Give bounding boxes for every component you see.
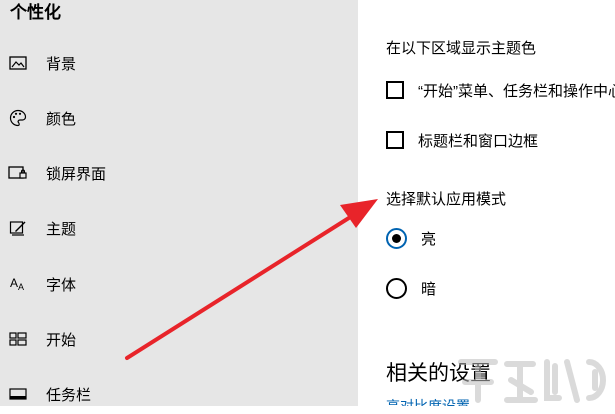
accent-start-taskbar-checkbox[interactable] <box>386 81 404 99</box>
dark-mode-label: 暗 <box>421 280 437 298</box>
sidebar-item-fonts[interactable]: AA 字体 <box>0 264 358 304</box>
sidebar-item-label: 任务栏 <box>46 386 92 404</box>
taskbar-icon <box>8 384 28 404</box>
light-mode-label: 亮 <box>421 230 437 248</box>
font-icon: AA <box>8 274 28 294</box>
sidebar-item-lock-screen[interactable]: 锁屏界面 <box>0 153 358 193</box>
sidebar-item-label: 锁屏界面 <box>46 165 107 183</box>
settings-content: 在以下区域显示主题色 “开始”菜单、任务栏和操作中心 标题栏和窗口边框 选择默认… <box>358 0 615 406</box>
sidebar-item-colors[interactable]: 颜色 <box>0 98 358 138</box>
sidebar-item-background[interactable]: 背景 <box>0 43 358 83</box>
palette-icon <box>8 108 28 128</box>
high-contrast-link[interactable]: 高对比度设置 <box>386 396 470 406</box>
sidebar-item-label: 主题 <box>46 220 77 238</box>
light-mode-radio-row[interactable]: 亮 <box>386 225 436 251</box>
dark-mode-radio[interactable] <box>386 277 407 299</box>
sidebar-item-label: 字体 <box>46 276 77 294</box>
lock-screen-icon <box>8 163 28 183</box>
sidebar-item-label: 背景 <box>46 55 77 73</box>
dark-mode-radio-row[interactable]: 暗 <box>386 275 436 301</box>
sidebar-item-label: 开始 <box>46 331 77 349</box>
light-mode-radio[interactable] <box>386 227 407 249</box>
accent-title-bars-checkbox[interactable] <box>386 131 404 149</box>
start-grid-icon <box>8 329 28 349</box>
accent-start-taskbar-label: “开始”菜单、任务栏和操作中心 <box>418 82 615 100</box>
accent-title-bars-label: 标题栏和窗口边框 <box>418 132 539 150</box>
sidebar: 个性化 背景 颜色 锁屏界面 主题 AA 字体 开始 任务栏 <box>0 0 358 406</box>
related-settings-heading: 相关的设置 <box>386 362 491 385</box>
sidebar-item-label: 颜色 <box>46 110 77 128</box>
svg-text:A: A <box>18 282 24 292</box>
svg-text:A: A <box>10 276 18 290</box>
image-icon <box>8 53 28 73</box>
theme-brush-icon <box>8 218 28 238</box>
sidebar-title: 个性化 <box>10 3 61 22</box>
sidebar-item-start[interactable]: 开始 <box>0 319 358 359</box>
accent-title-bars-checkbox-row[interactable]: 标题栏和窗口边框 <box>386 127 538 153</box>
accent-start-taskbar-checkbox-row[interactable]: “开始”菜单、任务栏和操作中心 <box>386 77 615 103</box>
accent-surfaces-heading: 在以下区域显示主题色 <box>386 40 537 57</box>
sidebar-item-themes[interactable]: 主题 <box>0 208 358 248</box>
sidebar-item-taskbar[interactable]: 任务栏 <box>0 374 358 414</box>
app-mode-heading: 选择默认应用模式 <box>386 191 507 208</box>
